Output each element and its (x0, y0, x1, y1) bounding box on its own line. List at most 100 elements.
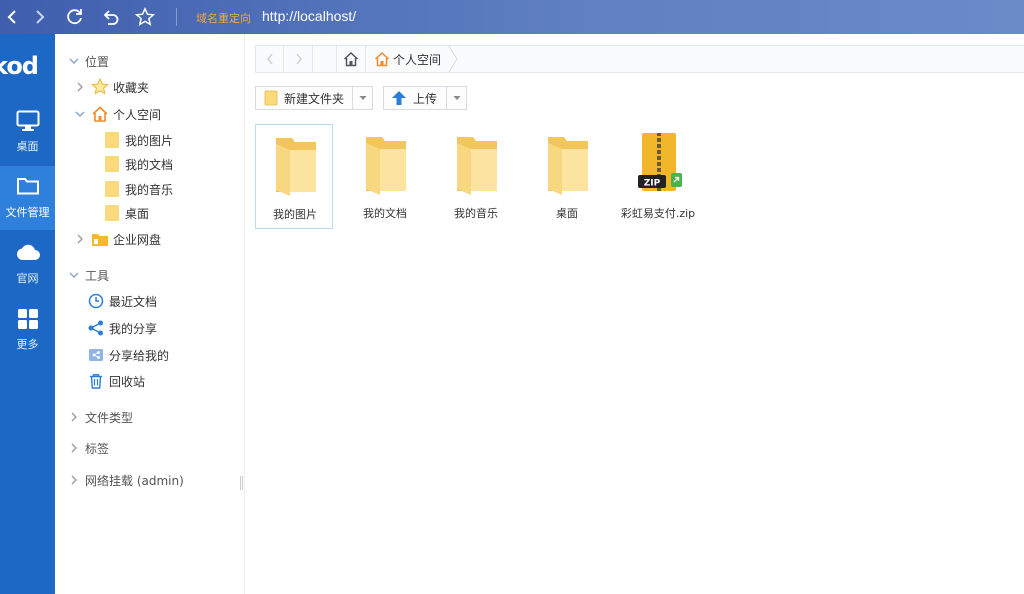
tree-section-location[interactable]: 位置 (67, 51, 109, 71)
file-name: 我的图片 (273, 208, 317, 221)
upload-arrow-icon (391, 90, 407, 106)
tree-section-label: 标签 (85, 441, 110, 456)
folder-icon (276, 138, 316, 196)
breadcrumb-label: 个人空间 (393, 52, 442, 67)
tree-section-label: 位置 (85, 54, 110, 69)
file-item[interactable]: 我的文档 (346, 124, 424, 229)
tree-section-label: 网络挂载 (admin) (85, 473, 184, 488)
file-name: 彩虹易支付.zip (620, 207, 696, 220)
tree-item-recycle-bin[interactable]: 回收站 (87, 371, 145, 391)
chevron-right-icon (73, 234, 87, 244)
file-item[interactable]: ZIP 彩虹易支付.zip (619, 124, 697, 229)
clock-icon (87, 292, 105, 310)
folder-icon (0, 176, 55, 200)
folder-tree: 位置 收藏夹 个人空间 我的图片 我的文档 我的音乐 桌面 企业网盘 工具 最近… (55, 34, 245, 594)
upload-button[interactable]: 上传 (383, 86, 467, 110)
tree-item-shared-with-me[interactable]: 分享给我的 (87, 345, 169, 365)
tree-section-network-mount[interactable]: 网络挂载 (admin) (67, 470, 184, 490)
nav-back-button[interactable] (256, 46, 284, 72)
folder-icon (103, 131, 121, 149)
share-icon (87, 319, 105, 337)
chevron-down-icon (67, 271, 81, 279)
new-folder-button[interactable]: 新建文件夹 (255, 86, 373, 110)
star-icon[interactable] (133, 5, 157, 29)
tree-item-label: 分享给我的 (109, 348, 170, 363)
tree-item-desktop[interactable]: 桌面 (103, 203, 149, 223)
toolbar-divider (176, 8, 177, 26)
zip-file-icon: ZIP (638, 133, 682, 191)
file-name: 桌面 (556, 207, 578, 220)
file-name: 我的音乐 (454, 207, 498, 220)
resize-handle[interactable] (240, 476, 243, 490)
undo-icon[interactable] (99, 5, 123, 29)
grid-icon (0, 308, 55, 332)
breadcrumb[interactable]: 个人空间 (366, 46, 453, 72)
tree-item-label: 我的音乐 (125, 182, 174, 197)
chevron-right-icon (67, 475, 81, 485)
tree-item-label: 我的图片 (125, 133, 174, 148)
upload-label: 上传 (413, 91, 438, 106)
folder-icon (103, 204, 121, 222)
app-logo: kod (0, 54, 39, 80)
chevron-down-icon (73, 110, 87, 118)
tree-item-my-music[interactable]: 我的音乐 (103, 179, 173, 199)
forward-icon[interactable] (28, 5, 52, 29)
tree-section-label: 工具 (85, 268, 110, 283)
tree-item-label: 我的分享 (109, 321, 158, 336)
redirect-label[interactable]: 域名重定向 (196, 10, 251, 26)
chevron-down-icon[interactable] (352, 87, 372, 109)
home-icon (91, 105, 109, 123)
chevron-right-icon (73, 82, 87, 92)
back-icon[interactable] (0, 5, 24, 29)
enterprise-folder-icon (91, 230, 109, 248)
tree-item-label: 收藏夹 (113, 80, 150, 95)
rail-item-desktop[interactable]: 桌面 (0, 100, 55, 164)
rail-item-more[interactable]: 更多 (0, 298, 55, 362)
refresh-icon[interactable] (63, 5, 87, 29)
chevron-down-icon[interactable] (446, 87, 466, 109)
home-button[interactable] (336, 46, 366, 72)
folder-icon (103, 155, 121, 173)
app-rail: kod 桌面 文件管理 官网 更多 (0, 34, 55, 594)
tree-item-my-pictures[interactable]: 我的图片 (103, 130, 173, 150)
path-bar: 个人空间 (255, 45, 1024, 73)
tree-section-label: 文件类型 (85, 410, 134, 425)
file-item[interactable]: 桌面 (528, 124, 606, 229)
file-browser: 个人空间 新建文件夹 上传 我的图片 我的文档 我的音乐 桌面 ZIP 彩虹易支… (245, 34, 1024, 594)
address-bar[interactable]: http://localhost/ (262, 8, 356, 24)
tree-item-enterprise-drive[interactable]: 企业网盘 (73, 229, 161, 249)
chevron-down-icon (67, 57, 81, 65)
file-name: 我的文档 (363, 207, 407, 220)
breadcrumb-separator (448, 46, 458, 72)
tree-item-my-documents[interactable]: 我的文档 (103, 154, 173, 174)
star-icon (91, 78, 109, 96)
monitor-icon (0, 110, 55, 134)
tree-section-tags[interactable]: 标签 (67, 438, 109, 458)
tree-section-file-types[interactable]: 文件类型 (67, 407, 133, 427)
tree-item-label: 个人空间 (113, 107, 162, 122)
rail-item-file-manager[interactable]: 文件管理 (0, 166, 55, 230)
tree-item-my-shares[interactable]: 我的分享 (87, 318, 157, 338)
file-item[interactable]: 我的图片 (255, 124, 333, 229)
chevron-right-icon (67, 412, 81, 422)
rail-item-label: 官网 (16, 272, 39, 285)
new-folder-label: 新建文件夹 (284, 91, 345, 106)
file-item[interactable]: 我的音乐 (437, 124, 515, 229)
tree-item-personal-space[interactable]: 个人空间 (73, 104, 161, 124)
tree-item-recent-docs[interactable]: 最近文档 (87, 291, 157, 311)
tree-item-label: 桌面 (125, 206, 150, 221)
tree-item-favorites[interactable]: 收藏夹 (73, 77, 149, 97)
tree-section-tools[interactable]: 工具 (67, 265, 109, 285)
folder-icon (103, 180, 121, 198)
rail-item-website[interactable]: 官网 (0, 232, 55, 296)
tree-item-label: 回收站 (109, 374, 146, 389)
folder-icon (548, 137, 588, 195)
folder-icon (264, 90, 278, 106)
chevron-right-icon (67, 443, 81, 453)
folder-icon (366, 137, 406, 195)
svg-text:ZIP: ZIP (644, 179, 661, 189)
rail-item-label: 桌面 (16, 140, 39, 153)
nav-forward-button[interactable] (285, 46, 313, 72)
trash-icon (87, 372, 105, 390)
tree-item-label: 最近文档 (109, 294, 158, 309)
